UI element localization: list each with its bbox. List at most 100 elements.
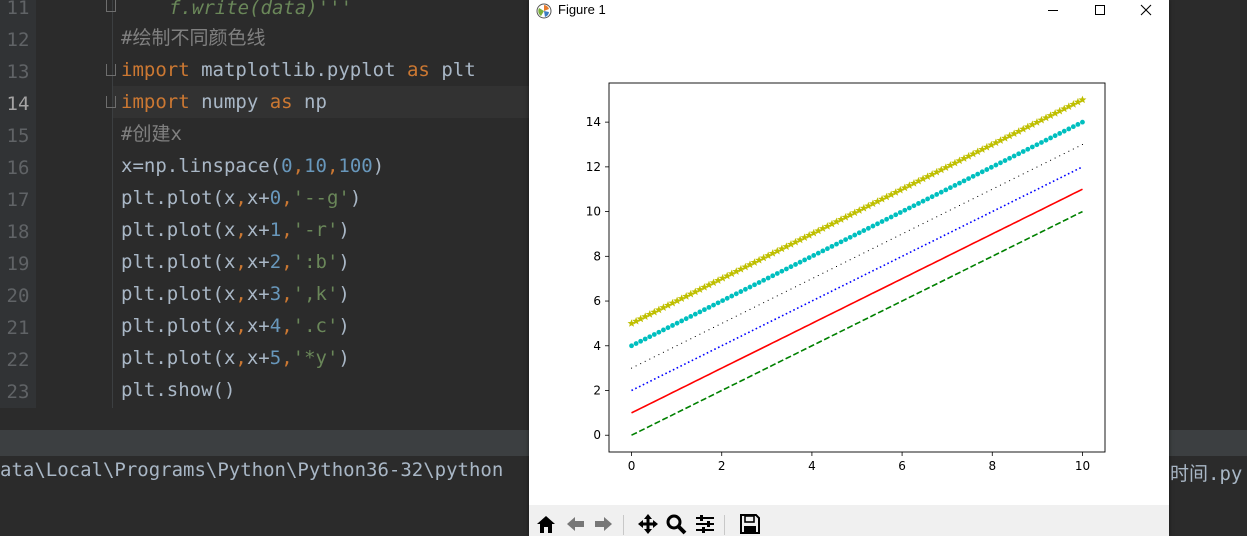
close-button[interactable]: [1123, 0, 1169, 20]
data-point: [1002, 158, 1008, 163]
code-token: '--g': [292, 187, 350, 209]
code-line-plot: plt.plot(x,x+2,':b'): [121, 246, 350, 278]
line-number: 16: [6, 157, 30, 179]
data-point: [966, 176, 971, 182]
x-tick-label: 8: [988, 459, 996, 473]
data-point: [790, 288, 792, 290]
data-point: [740, 313, 742, 315]
x-tick-label: 4: [808, 459, 816, 473]
data-point: [936, 216, 938, 218]
data-point: [1007, 155, 1012, 161]
y-tick-label: 4: [593, 339, 601, 353]
code-line-16: x=np.linspace(0,10,100): [121, 150, 384, 182]
code-token: plt.plot(x: [121, 347, 236, 369]
code-line-13: import matplotlib.pyplot as plt: [121, 54, 476, 86]
data-point: [1016, 151, 1022, 157]
number-literal: 10: [304, 155, 327, 177]
comma: ,: [292, 155, 305, 177]
data-point: [1031, 168, 1033, 170]
data-point: [631, 367, 633, 369]
code-token: ,: [281, 219, 293, 241]
code-token: x+: [246, 347, 270, 369]
data-point: [697, 309, 703, 315]
home-button[interactable]: [533, 513, 559, 536]
data-point: [829, 243, 835, 249]
data-point: [931, 218, 933, 220]
figure-titlebar[interactable]: Figure 1: [529, 0, 1169, 22]
minimize-button[interactable]: [1030, 0, 1076, 20]
data-point: [849, 259, 851, 261]
data-point: [1043, 137, 1049, 143]
data-point: [831, 268, 833, 270]
line-number: 20: [6, 285, 30, 307]
data-point: [843, 237, 849, 243]
data-point: [968, 200, 970, 202]
data-point: [679, 318, 685, 324]
data-point: [776, 295, 778, 297]
data-point: [681, 342, 683, 344]
data-point: [763, 302, 765, 304]
zoom-button[interactable]: [663, 513, 689, 536]
data-point: [1057, 131, 1063, 136]
code-token: ':b': [292, 251, 339, 273]
y-tick-label: 10: [586, 205, 601, 219]
code-token: x+: [246, 219, 270, 241]
data-point: [665, 325, 671, 331]
data-point: [811, 253, 817, 258]
figure-window[interactable]: Figure 1 0 2 4 6 8 10 0 2 4 6 8 10 12 14: [529, 0, 1169, 536]
maximize-icon: [1095, 5, 1105, 15]
code-token: plt.plot(x: [121, 251, 236, 273]
code-token: '*y': [292, 347, 339, 369]
data-point: [940, 214, 942, 216]
data-point: [795, 286, 797, 288]
data-point: [772, 297, 774, 299]
data-point: [802, 257, 808, 263]
data-point: [785, 290, 787, 292]
line-number: 23: [6, 381, 30, 403]
keyword: as: [406, 59, 430, 81]
data-point: [1077, 146, 1079, 148]
code-line-plot: plt.plot(x,x+1,'-r'): [121, 214, 350, 246]
data-point: [765, 275, 771, 281]
data-point: [908, 229, 910, 231]
code-token: ): [338, 283, 350, 305]
save-button[interactable]: [737, 513, 763, 536]
maximize-button[interactable]: [1077, 0, 1123, 20]
forward-button[interactable]: [591, 513, 617, 536]
line-number: 18: [6, 221, 30, 243]
data-point: [670, 323, 675, 328]
code-comment: #绘制不同颜色线: [121, 27, 266, 49]
data-point: [925, 196, 930, 202]
configure-subplots-button[interactable]: [692, 513, 718, 536]
pan-button[interactable]: [635, 513, 661, 536]
data-point: [1066, 126, 1072, 132]
data-point: [702, 307, 707, 313]
code-token: ,: [281, 347, 293, 369]
data-point: [886, 241, 888, 243]
code-token: ,: [235, 187, 247, 209]
matplotlib-logo-icon: [536, 3, 552, 19]
code-token: plt.plot(x: [121, 315, 236, 337]
back-button[interactable]: [562, 513, 588, 536]
code-token: ,: [281, 187, 293, 209]
code-text: ): [372, 155, 385, 177]
plot-canvas[interactable]: 0 2 4 6 8 10 0 2 4 6 8 10 12 14: [529, 22, 1169, 505]
data-point: [788, 264, 794, 270]
figure-background: [529, 22, 1169, 505]
code-token: 0: [269, 187, 282, 209]
editor-bottom-strip: [0, 408, 529, 430]
data-point: [826, 270, 828, 272]
data-point: [706, 304, 712, 310]
data-point: [1011, 153, 1017, 159]
data-point: [949, 209, 951, 211]
line-number: 19: [6, 253, 30, 275]
code-line-plot: plt.plot(x,x+4,'.c'): [121, 310, 350, 342]
data-point: [708, 329, 710, 331]
data-point: [640, 363, 642, 365]
data-point: [954, 207, 956, 209]
code-editor[interactable]: f.write(data)''' #绘制不同颜色线 import matplot…: [113, 0, 529, 408]
code-text: plt.show(): [121, 379, 236, 401]
data-point: [804, 281, 806, 283]
code-line-15: #创建x: [121, 118, 182, 150]
code-token: plt.plot(x: [121, 283, 236, 305]
